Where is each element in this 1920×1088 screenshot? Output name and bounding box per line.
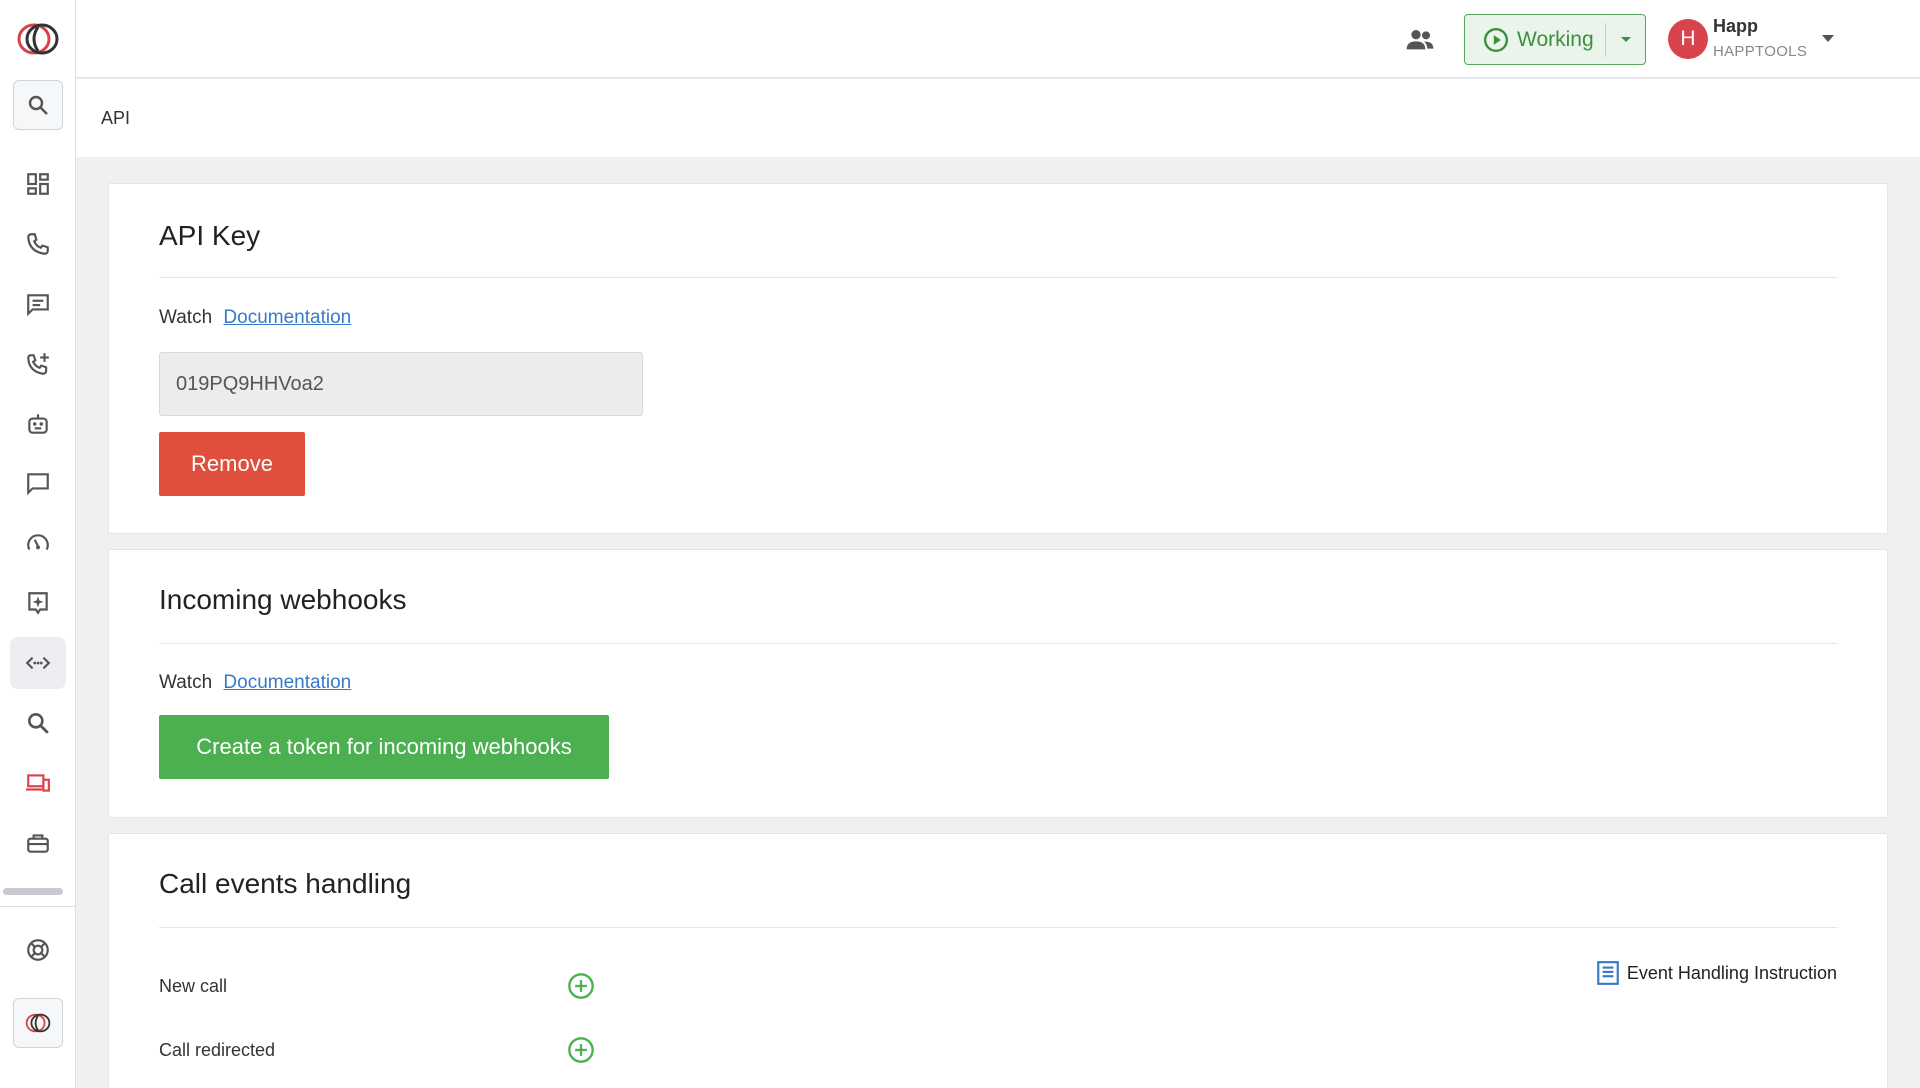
api-key-card: API Key Watch Documentation 019PQ9HHVoa2…	[108, 183, 1888, 534]
sidebar-item-add-call[interactable]	[10, 338, 66, 390]
divider	[159, 643, 1837, 644]
sidebar-item-monitoring[interactable]	[10, 517, 66, 569]
webhooks-title: Incoming webhooks	[159, 584, 407, 615]
watch-label: Watch	[159, 307, 213, 328]
documentation-link[interactable]: Documentation	[223, 672, 351, 693]
sidebar-divider	[0, 906, 76, 907]
create-webhook-token-button[interactable]: Create a token for incoming webhooks	[159, 715, 609, 779]
divider	[159, 277, 1837, 278]
sidebar-item-calls[interactable]	[10, 218, 66, 270]
add-circle-icon[interactable]	[567, 1036, 595, 1064]
document-icon	[1597, 961, 1619, 985]
watch-row: Watch Documentation	[159, 672, 351, 694]
chevron-down-icon[interactable]	[1621, 37, 1631, 42]
watch-label: Watch	[159, 672, 213, 693]
api-key-title: API Key	[159, 220, 261, 251]
call-events-card: Call events handling Event Handling Inst…	[108, 833, 1888, 1088]
sidebar-item-dashboard[interactable]	[10, 158, 66, 210]
lifebuoy-icon	[27, 939, 49, 961]
spark-icon	[28, 592, 48, 615]
search-icon	[28, 95, 48, 115]
play-circle-icon	[1483, 27, 1509, 52]
watch-row: Watch Documentation	[159, 307, 351, 329]
sidebar-item-support[interactable]	[10, 924, 66, 976]
app-logo-icon[interactable]	[14, 18, 62, 60]
instruction-label: Event Handling Instruction	[1626, 962, 1837, 983]
sidebar-item-bots[interactable]	[10, 398, 66, 450]
speedometer-icon	[27, 534, 49, 550]
robot-icon	[28, 414, 48, 434]
incoming-webhooks-card: Incoming webhooks Watch Documentation Cr…	[108, 549, 1888, 818]
phone-icon	[27, 233, 49, 255]
status-dropdown[interactable]: Working	[1464, 14, 1646, 65]
app-logo-icon	[25, 1013, 51, 1033]
workspace-switcher-button[interactable]	[13, 998, 63, 1048]
phone-add-icon	[27, 353, 49, 375]
sidebar-item-messages[interactable]	[10, 457, 66, 509]
status-label: Working	[1517, 27, 1594, 51]
sidebar-search-button[interactable]	[13, 80, 63, 130]
api-icon	[25, 656, 51, 670]
user-company: HAPPTOOLS	[1713, 43, 1808, 60]
status-divider	[1605, 23, 1606, 57]
breadcrumb: API	[101, 108, 131, 128]
dashboard-icon	[27, 173, 49, 195]
event-handling-instruction-link[interactable]: Event Handling Instruction	[1595, 960, 1837, 986]
call-events-title: Call events handling	[159, 868, 412, 899]
event-label-new-call: New call	[159, 976, 228, 996]
devices-icon	[26, 774, 50, 792]
search-icon	[28, 713, 49, 734]
chat-icon	[27, 294, 49, 317]
user-menu-chevron-icon[interactable]	[1822, 35, 1834, 42]
sidebar-item-features[interactable]	[10, 577, 66, 629]
sidebar-item-chats[interactable]	[10, 278, 66, 330]
sidebar-item-search[interactable]	[10, 697, 66, 749]
user-name[interactable]: Happ	[1713, 16, 1758, 37]
team-icon[interactable]	[1404, 24, 1436, 56]
remove-button[interactable]: Remove	[159, 432, 305, 496]
message-icon	[27, 473, 49, 496]
sidebar-item-devices[interactable]	[10, 757, 66, 809]
documentation-link[interactable]: Documentation	[223, 307, 351, 328]
sidebar-item-api[interactable]	[10, 637, 66, 689]
toolbox-icon	[27, 834, 49, 853]
api-key-field[interactable]: 019PQ9HHVoa2	[159, 352, 643, 416]
divider	[159, 927, 1837, 928]
event-label-call-redirected: Call redirected	[159, 1040, 276, 1060]
sidebar-item-tools[interactable]	[10, 817, 66, 869]
sidebar	[0, 0, 76, 1088]
sidebar-scrollbar[interactable]	[3, 888, 63, 895]
breadcrumb-bar: API	[76, 79, 1920, 157]
add-circle-icon[interactable]	[567, 972, 595, 1000]
avatar[interactable]: H	[1668, 19, 1708, 59]
